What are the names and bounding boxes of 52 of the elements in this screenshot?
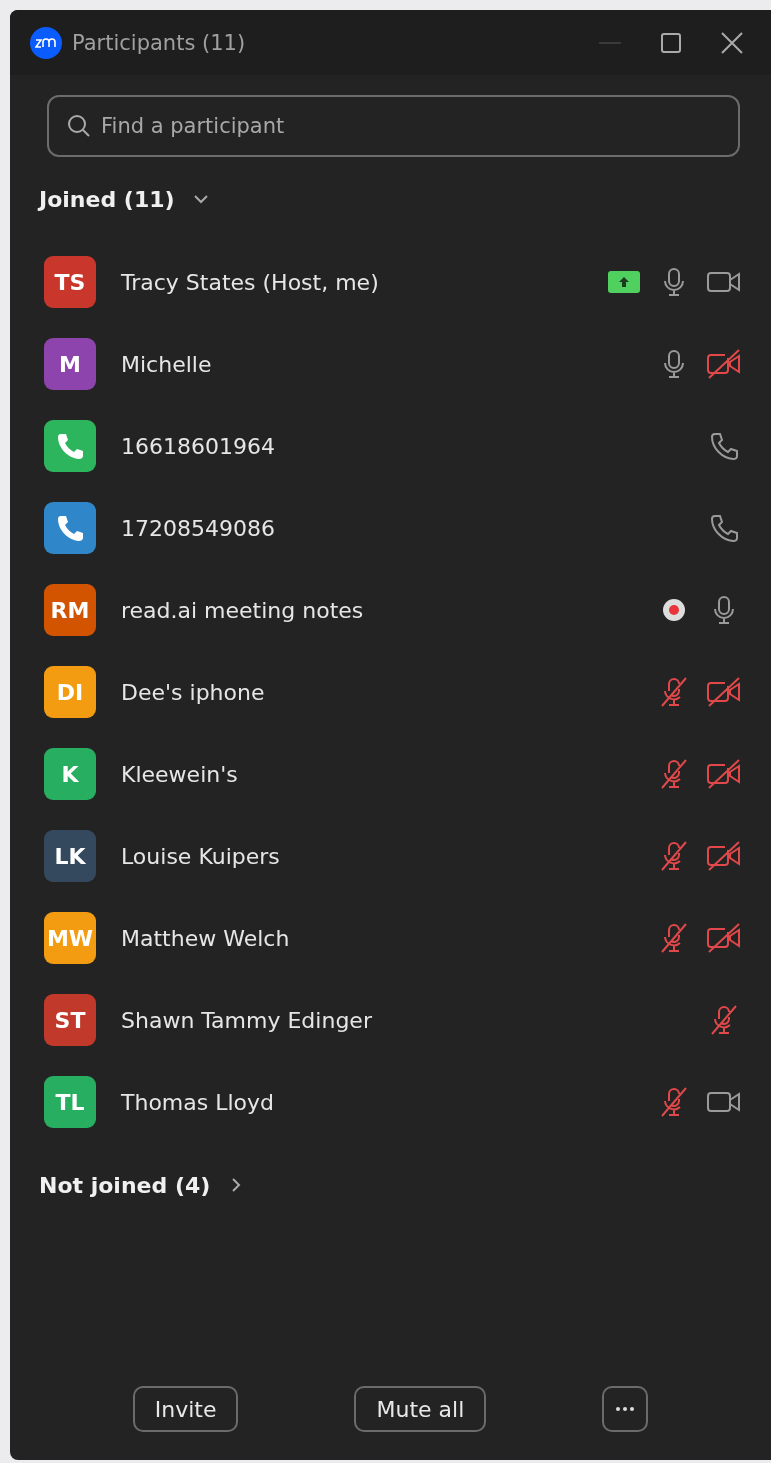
avatar: K bbox=[44, 748, 96, 800]
window-title: Participants (11) bbox=[72, 30, 247, 55]
search-field[interactable]: Find a participant bbox=[47, 95, 740, 157]
microphone-icon[interactable] bbox=[663, 349, 685, 379]
section-header[interactable]: Not joined (4) bbox=[39, 1172, 211, 1198]
avatar: DI bbox=[44, 666, 96, 718]
action-button[interactable]: Mute all bbox=[354, 1386, 487, 1432]
muted-microphone-icon[interactable] bbox=[659, 923, 689, 953]
microphone-icon[interactable] bbox=[663, 267, 685, 297]
more-button[interactable] bbox=[602, 1386, 649, 1432]
participant-name: Shawn Tammy Edinger bbox=[121, 1007, 373, 1033]
video-camera-icon[interactable] bbox=[707, 270, 741, 294]
search-icon bbox=[67, 114, 91, 138]
participant-name: Michelle bbox=[121, 351, 213, 377]
participant-name: Tracy States (Host, me) bbox=[121, 269, 380, 295]
maximize-icon[interactable] bbox=[661, 32, 681, 53]
avatar: M bbox=[44, 338, 96, 390]
participant-name: Dee's iphone bbox=[121, 679, 266, 705]
action-button[interactable]: Invite bbox=[132, 1386, 239, 1432]
avatar: TL bbox=[44, 1076, 96, 1128]
more-icon bbox=[616, 1407, 635, 1411]
video-off-icon[interactable] bbox=[707, 841, 741, 871]
muted-microphone-icon[interactable] bbox=[659, 677, 689, 707]
video-camera-icon[interactable] bbox=[707, 1090, 741, 1114]
video-off-icon[interactable] bbox=[707, 923, 741, 953]
share-screen-icon bbox=[608, 271, 640, 293]
section-header[interactable]: Joined (11) bbox=[39, 186, 175, 212]
avatar: ST bbox=[44, 994, 96, 1046]
phone-icon bbox=[709, 513, 739, 543]
avatar: MW bbox=[44, 912, 96, 964]
phone-icon bbox=[709, 431, 739, 461]
participant-name: read.ai meeting notes bbox=[121, 597, 365, 623]
avatar: LK bbox=[44, 830, 96, 882]
video-off-icon[interactable] bbox=[707, 759, 741, 789]
participant-name: Kleewein's bbox=[121, 761, 239, 787]
recording-icon bbox=[663, 599, 685, 621]
close-icon[interactable] bbox=[721, 31, 743, 54]
video-off-icon[interactable] bbox=[707, 349, 741, 379]
muted-microphone-icon[interactable] bbox=[659, 759, 689, 789]
participant-name: Matthew Welch bbox=[121, 925, 291, 951]
participant-name: 17208549086 bbox=[121, 515, 276, 541]
app-logo-icon bbox=[30, 26, 62, 59]
avatar: RM bbox=[44, 584, 96, 636]
video-off-icon[interactable] bbox=[707, 677, 741, 707]
participant-name: Louise Kuipers bbox=[121, 843, 281, 869]
avatar: TS bbox=[44, 256, 96, 308]
participant-name: 16618601964 bbox=[121, 433, 276, 459]
microphone-icon[interactable] bbox=[713, 595, 735, 625]
muted-microphone-icon[interactable] bbox=[659, 1087, 689, 1117]
muted-microphone-icon[interactable] bbox=[709, 1005, 739, 1035]
muted-microphone-icon[interactable] bbox=[659, 841, 689, 871]
participant-name: Thomas Lloyd bbox=[121, 1089, 276, 1115]
